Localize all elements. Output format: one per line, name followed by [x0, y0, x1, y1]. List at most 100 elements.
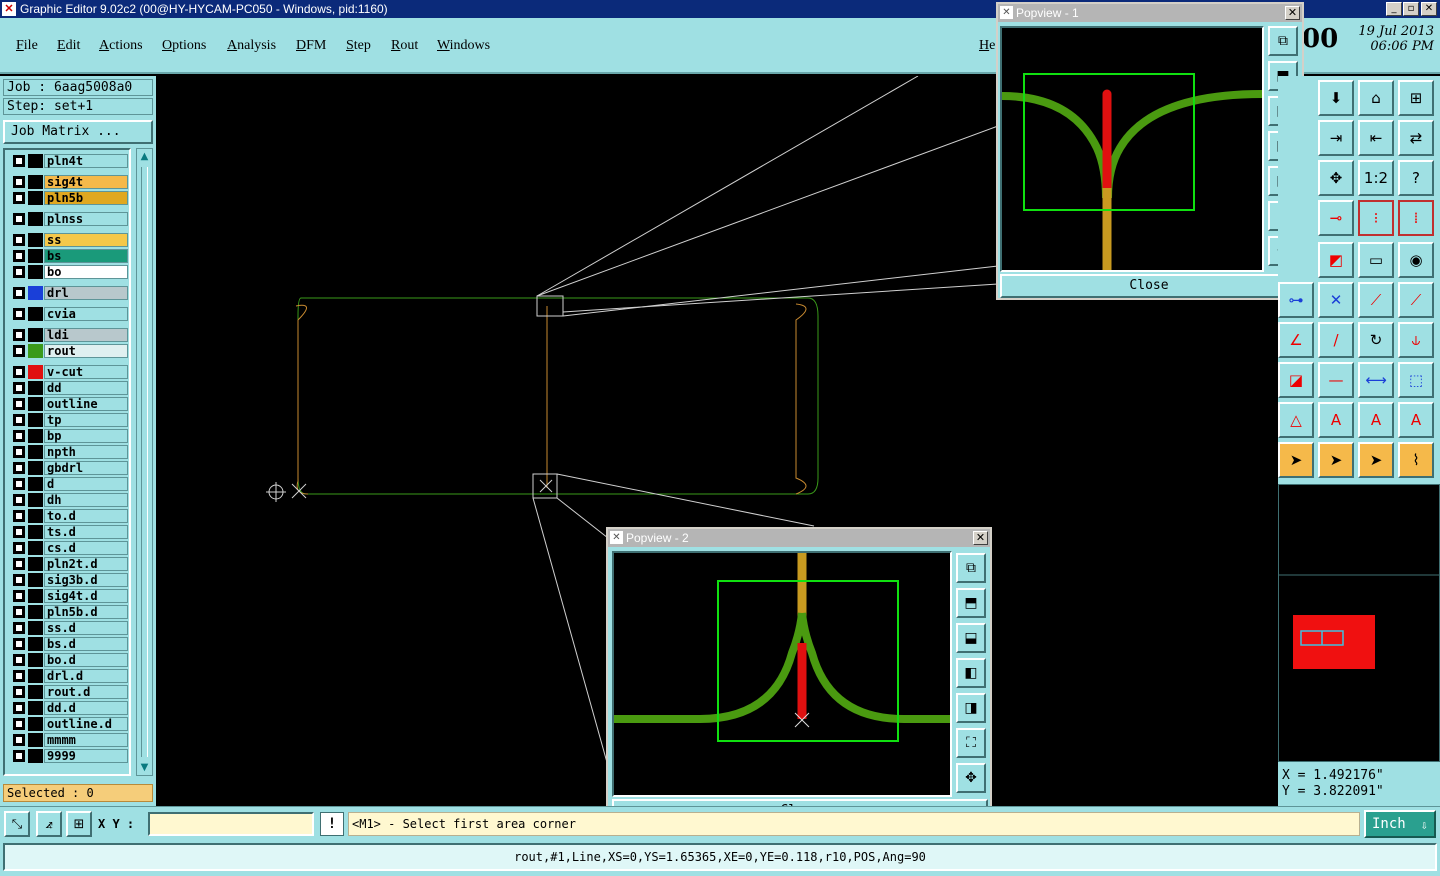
layer-row[interactable]: tp	[11, 413, 128, 427]
layer-name[interactable]: v-cut	[44, 365, 128, 379]
layer-checkbox[interactable]	[13, 192, 25, 204]
probe-icon[interactable]: ⊸	[1318, 200, 1354, 236]
scroll-track[interactable]	[141, 167, 148, 757]
pointer-select-icon[interactable]: ➤	[1358, 442, 1394, 478]
layer-name[interactable]: ss	[44, 233, 128, 247]
save-icon[interactable]: ⬇	[1318, 80, 1354, 116]
popview-2-close-icon[interactable]: ✕	[973, 531, 988, 545]
layer-name[interactable]: outline	[44, 397, 128, 411]
layer-color-swatch[interactable]	[28, 249, 43, 263]
layer-color-swatch[interactable]	[28, 685, 43, 699]
layer-checkbox[interactable]	[13, 510, 25, 522]
layer-color-swatch[interactable]	[28, 154, 43, 168]
layer-name[interactable]: dd	[44, 381, 128, 395]
layer-color-swatch[interactable]	[28, 733, 43, 747]
layer-name[interactable]: sig4t.d	[44, 589, 128, 603]
layer-checkbox[interactable]	[13, 702, 25, 714]
layer-checkbox[interactable]	[13, 606, 25, 618]
dash-icon[interactable]: —	[1318, 362, 1354, 398]
layer-color-swatch[interactable]	[28, 621, 43, 635]
layer-checkbox[interactable]	[13, 266, 25, 278]
triangle-b-icon[interactable]: A	[1358, 402, 1394, 438]
layer-color-swatch[interactable]	[28, 509, 43, 523]
layer-row[interactable]: mmmm	[11, 733, 128, 747]
menu-help[interactable]: He	[979, 38, 995, 54]
zoom-area-1[interactable]	[536, 295, 564, 317]
ruler-icon[interactable]: ▭	[1358, 242, 1394, 278]
layer-row[interactable]: outline.d	[11, 717, 128, 731]
shapes-icon[interactable]: ⬚	[1398, 362, 1434, 398]
layer-scrollbar[interactable]: ▲ ▼	[136, 148, 153, 776]
menu-dfm[interactable]: DFM	[296, 38, 326, 54]
popview-1-window[interactable]: ✕ Popview - 1 ✕ ⧉ ⬒ ⬓ ◧ ◨ ⛶ ✥ Close	[996, 2, 1304, 300]
layer-name[interactable]: to.d	[44, 509, 128, 523]
popview-2-titlebar[interactable]: ✕ Popview - 2 ✕	[608, 529, 990, 547]
layer-checkbox[interactable]	[13, 734, 25, 746]
layer-row[interactable]: 9999	[11, 749, 128, 763]
layer-checkbox[interactable]	[13, 430, 25, 442]
layer-checkbox[interactable]	[13, 670, 25, 682]
layer-color-swatch[interactable]	[28, 344, 43, 358]
layer-color-swatch[interactable]	[28, 653, 43, 667]
export-icon[interactable]: ⇥	[1318, 120, 1354, 156]
layer-color-swatch[interactable]	[28, 212, 43, 226]
measure-span-icon[interactable]: ⟷	[1358, 362, 1394, 398]
layer-color-swatch[interactable]	[28, 365, 43, 379]
layer-checkbox[interactable]	[13, 345, 25, 357]
layer-row[interactable]: bo.d	[11, 653, 128, 667]
layer-name[interactable]: rout	[44, 344, 128, 358]
units-select[interactable]: Inch ⇩	[1364, 810, 1436, 838]
layer-row[interactable]: pln5b	[11, 191, 128, 205]
layer-row[interactable]: rout	[11, 344, 128, 358]
arc-icon[interactable]: ↻	[1358, 322, 1394, 358]
layer-name[interactable]: bs.d	[44, 637, 128, 651]
layer-checkbox[interactable]	[13, 494, 25, 506]
zoom-home-icon[interactable]: ⧉	[956, 553, 986, 583]
menu-analysis[interactable]: Analysis	[227, 38, 276, 54]
layer-name[interactable]: bo.d	[44, 653, 128, 667]
layer-row[interactable]: sig4t	[11, 175, 128, 189]
layer-row[interactable]: cvia	[11, 307, 128, 321]
layer-name[interactable]: ss.d	[44, 621, 128, 635]
layer-checkbox[interactable]	[13, 750, 25, 762]
pointer-icon[interactable]: ➤	[1278, 442, 1314, 478]
import-icon[interactable]: ⇤	[1358, 120, 1394, 156]
layer-row[interactable]: dd	[11, 381, 128, 395]
layer-checkbox[interactable]	[13, 234, 25, 246]
layer-checkbox[interactable]	[13, 686, 25, 698]
layer-color-swatch[interactable]	[28, 541, 43, 555]
layer-row[interactable]: dh	[11, 493, 128, 507]
layer-checkbox[interactable]	[13, 590, 25, 602]
layer-name[interactable]: npth	[44, 445, 128, 459]
layer-checkbox[interactable]	[13, 558, 25, 570]
layer-name[interactable]: plnss	[44, 212, 128, 226]
menu-file[interactable]: File	[16, 38, 38, 54]
scale-1to2-icon[interactable]: 1:2	[1358, 160, 1394, 196]
layer-checkbox[interactable]	[13, 329, 25, 341]
layer-checkbox[interactable]	[13, 382, 25, 394]
layer-row[interactable]: gbdrl	[11, 461, 128, 475]
grid-icon[interactable]: ⊞	[66, 811, 92, 837]
layer-name[interactable]: pln5b	[44, 191, 128, 205]
layer-row[interactable]: drl	[11, 286, 128, 300]
zoom-out-icon[interactable]: ⛶	[956, 728, 986, 758]
layer-checkbox[interactable]	[13, 718, 25, 730]
job-matrix-button[interactable]: Job Matrix ...	[3, 120, 153, 144]
layer-row[interactable]: pln2t.d	[11, 557, 128, 571]
layer-row[interactable]: pln4t	[11, 154, 128, 168]
home-icon[interactable]: ⌂	[1358, 80, 1394, 116]
snap-icon[interactable]: ⤡	[4, 811, 30, 837]
layer-name[interactable]: pln2t.d	[44, 557, 128, 571]
layer-color-swatch[interactable]	[28, 429, 43, 443]
help-icon[interactable]: ?	[1398, 160, 1434, 196]
layer-color-swatch[interactable]	[28, 525, 43, 539]
layer-name[interactable]: pln4t	[44, 154, 128, 168]
layer-row[interactable]: ldi	[11, 328, 128, 342]
menu-rout[interactable]: Rout	[391, 38, 418, 54]
layer-checkbox[interactable]	[13, 526, 25, 538]
fit-icon[interactable]: ✥	[1318, 160, 1354, 196]
menu-actions[interactable]: Actions	[99, 38, 143, 54]
layer-row[interactable]: bo	[11, 265, 128, 279]
layer-checkbox[interactable]	[13, 308, 25, 320]
pan-down-icon[interactable]: ⬓	[956, 623, 986, 653]
